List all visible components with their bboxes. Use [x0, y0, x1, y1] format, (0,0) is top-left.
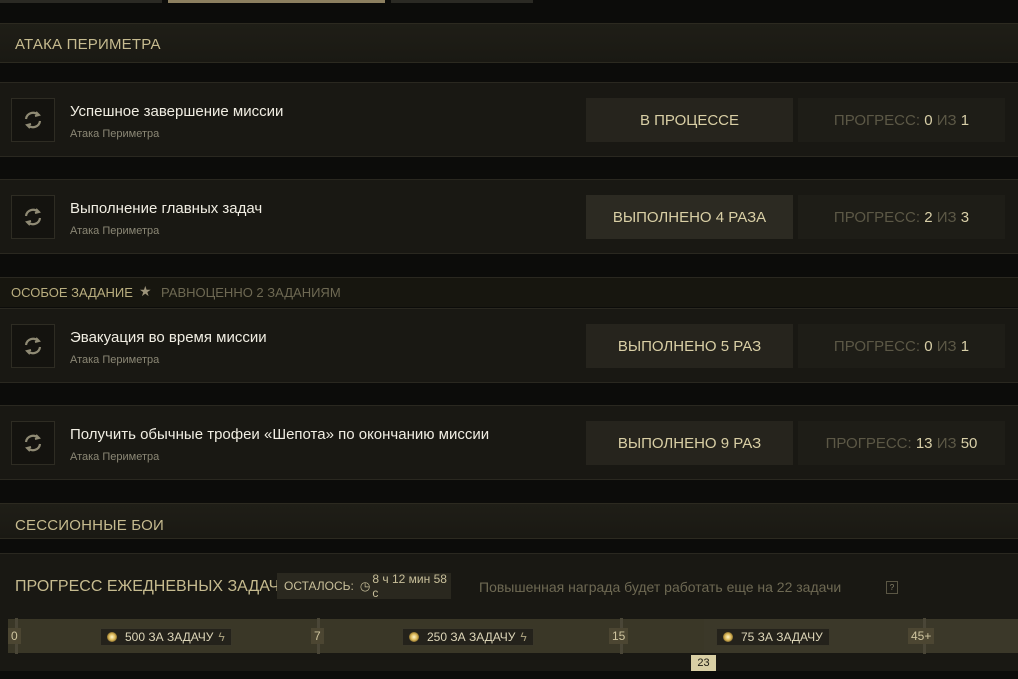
- reward-badge: 250 ЗА ЗАДАЧУ ϟ: [402, 628, 534, 646]
- progress-of: ИЗ: [936, 111, 957, 129]
- coin-icon: [409, 632, 419, 642]
- task-status-button[interactable]: ВЫПОЛНЕНО 9 РАЗ: [586, 421, 793, 465]
- daily-progress-track: 0 7 15 45+ 500 ЗА ЗАДАЧУ ϟ 250 ЗА ЗАДАЧУ…: [8, 618, 1018, 654]
- progress-total: 1: [960, 111, 970, 129]
- top-tab-3[interactable]: [391, 0, 533, 3]
- tick-label: 0: [8, 628, 21, 644]
- task-progress: ПРОГРЕСС: 0 ИЗ 1: [798, 324, 1005, 368]
- task-subtitle: Атака Периметра: [70, 128, 160, 140]
- task-subtitle: Атака Периметра: [70, 451, 160, 463]
- task-title: Получить обычные трофеи «Шепота» по окон…: [70, 426, 490, 443]
- special-task-label: ОСОБОЕ ЗАДАНИЕ: [11, 285, 133, 300]
- progress-current: 0: [924, 337, 933, 355]
- refresh-icon[interactable]: [11, 195, 55, 239]
- daily-progress-panel: ПРОГРЕСС ЕЖЕДНЕВНЫХ ЗАДАЧ ОСТАЛОСЬ: ◷ 8 …: [0, 553, 1018, 671]
- refresh-icon[interactable]: [11, 421, 55, 465]
- progress-total: 1: [960, 337, 970, 355]
- progress-label: ПРОГРЕСС:: [833, 337, 921, 355]
- daily-title: ПРОГРЕСС ЕЖЕДНЕВНЫХ ЗАДАЧ: [15, 578, 280, 595]
- section-title: СЕССИОННЫЕ БОИ: [15, 517, 164, 534]
- task-title: Успешное завершение миссии: [70, 103, 284, 120]
- task-row: Эвакуация во время миссии Атака Периметр…: [0, 308, 1018, 383]
- task-progress: ПРОГРЕСС: 0 ИЗ 1: [798, 98, 1005, 142]
- section-title: АТАКА ПЕРИМЕТРА: [15, 36, 161, 53]
- task-progress: ПРОГРЕСС: 13 ИЗ 50: [798, 421, 1005, 465]
- help-icon[interactable]: ?: [886, 581, 898, 594]
- top-tab-1[interactable]: [0, 0, 162, 3]
- progress-label: ПРОГРЕСС:: [833, 208, 921, 226]
- bolt-icon: ϟ: [218, 630, 225, 644]
- remaining-label: ОСТАЛОСЬ:: [284, 579, 354, 593]
- task-status-button[interactable]: ВЫПОЛНЕНО 5 РАЗ: [586, 324, 793, 368]
- clock-icon: ◷: [359, 579, 371, 593]
- progress-total: 3: [960, 208, 970, 226]
- tick-label: 7: [311, 628, 324, 644]
- remaining-timer: ОСТАЛОСЬ: ◷ 8 ч 12 мин 58 с: [277, 572, 451, 600]
- task-row: Успешное завершение миссии Атака Перимет…: [0, 82, 1018, 157]
- refresh-icon[interactable]: [11, 324, 55, 368]
- task-status-button[interactable]: В ПРОЦЕССЕ: [586, 98, 793, 142]
- current-progress-value: 23: [697, 657, 710, 669]
- progress-current: 2: [924, 208, 933, 226]
- status-label: В ПРОЦЕССЕ: [639, 111, 740, 129]
- section-header-perimeter: АТАКА ПЕРИМЕТРА: [0, 23, 1018, 63]
- task-row: Выполнение главных задач Атака Периметра…: [0, 179, 1018, 254]
- progress-total: 50: [960, 434, 978, 452]
- tick-label: 45+: [908, 628, 935, 644]
- current-progress-marker: 23: [691, 655, 716, 671]
- task-status-button[interactable]: ВЫПОЛНЕНО 4 РАЗА: [586, 195, 793, 239]
- section-header-session: СЕССИОННЫЕ БОИ: [0, 503, 1018, 539]
- progress-of: ИЗ: [936, 208, 957, 226]
- coin-icon: [107, 632, 117, 642]
- reward-badge: 500 ЗА ЗАДАЧУ ϟ: [100, 628, 232, 646]
- task-subtitle: Атака Периметра: [70, 354, 160, 366]
- task-title: Выполнение главных задач: [70, 200, 263, 217]
- task-title: Эвакуация во время миссии: [70, 329, 267, 346]
- progress-label: ПРОГРЕСС:: [825, 434, 912, 452]
- special-equivalent: РАВНОЦЕННО 2 ЗАДАНИЯМ: [161, 285, 341, 300]
- progress-of: ИЗ: [936, 337, 957, 355]
- task-progress: ПРОГРЕСС: 2 ИЗ 3: [798, 195, 1005, 239]
- bolt-icon: ϟ: [520, 630, 527, 644]
- star-icon: ★: [139, 283, 152, 299]
- status-label: ВЫПОЛНЕНО 9 РАЗ: [617, 434, 762, 452]
- tick-label: 15: [609, 628, 629, 644]
- refresh-icon[interactable]: [11, 98, 55, 142]
- task-row: Получить обычные трофеи «Шепота» по окон…: [0, 405, 1018, 480]
- task-subtitle: Атака Периметра: [70, 225, 160, 237]
- coin-icon: [723, 632, 733, 642]
- progress-current: 13: [915, 434, 933, 452]
- reward-label: 75 ЗА ЗАДАЧУ: [741, 630, 823, 644]
- top-tab-2-active[interactable]: [168, 0, 385, 3]
- remaining-time: 8 ч 12 мин 58 с: [372, 572, 447, 600]
- special-task-header: ОСОБОЕ ЗАДАНИЕ ★ РАВНОЦЕННО 2 ЗАДАНИЯМ: [0, 277, 1018, 307]
- progress-label: ПРОГРЕСС:: [833, 111, 921, 129]
- status-label: ВЫПОЛНЕНО 4 РАЗА: [612, 208, 767, 226]
- progress-of: ИЗ: [936, 434, 957, 452]
- reward-label: 250 ЗА ЗАДАЧУ: [427, 630, 516, 644]
- status-label: ВЫПОЛНЕНО 5 РАЗ: [617, 337, 762, 355]
- reward-label: 500 ЗА ЗАДАЧУ: [125, 630, 214, 644]
- progress-current: 0: [924, 111, 933, 129]
- reward-badge: 75 ЗА ЗАДАЧУ: [716, 628, 830, 646]
- bonus-note: Повышенная награда будет работать еще на…: [479, 579, 842, 595]
